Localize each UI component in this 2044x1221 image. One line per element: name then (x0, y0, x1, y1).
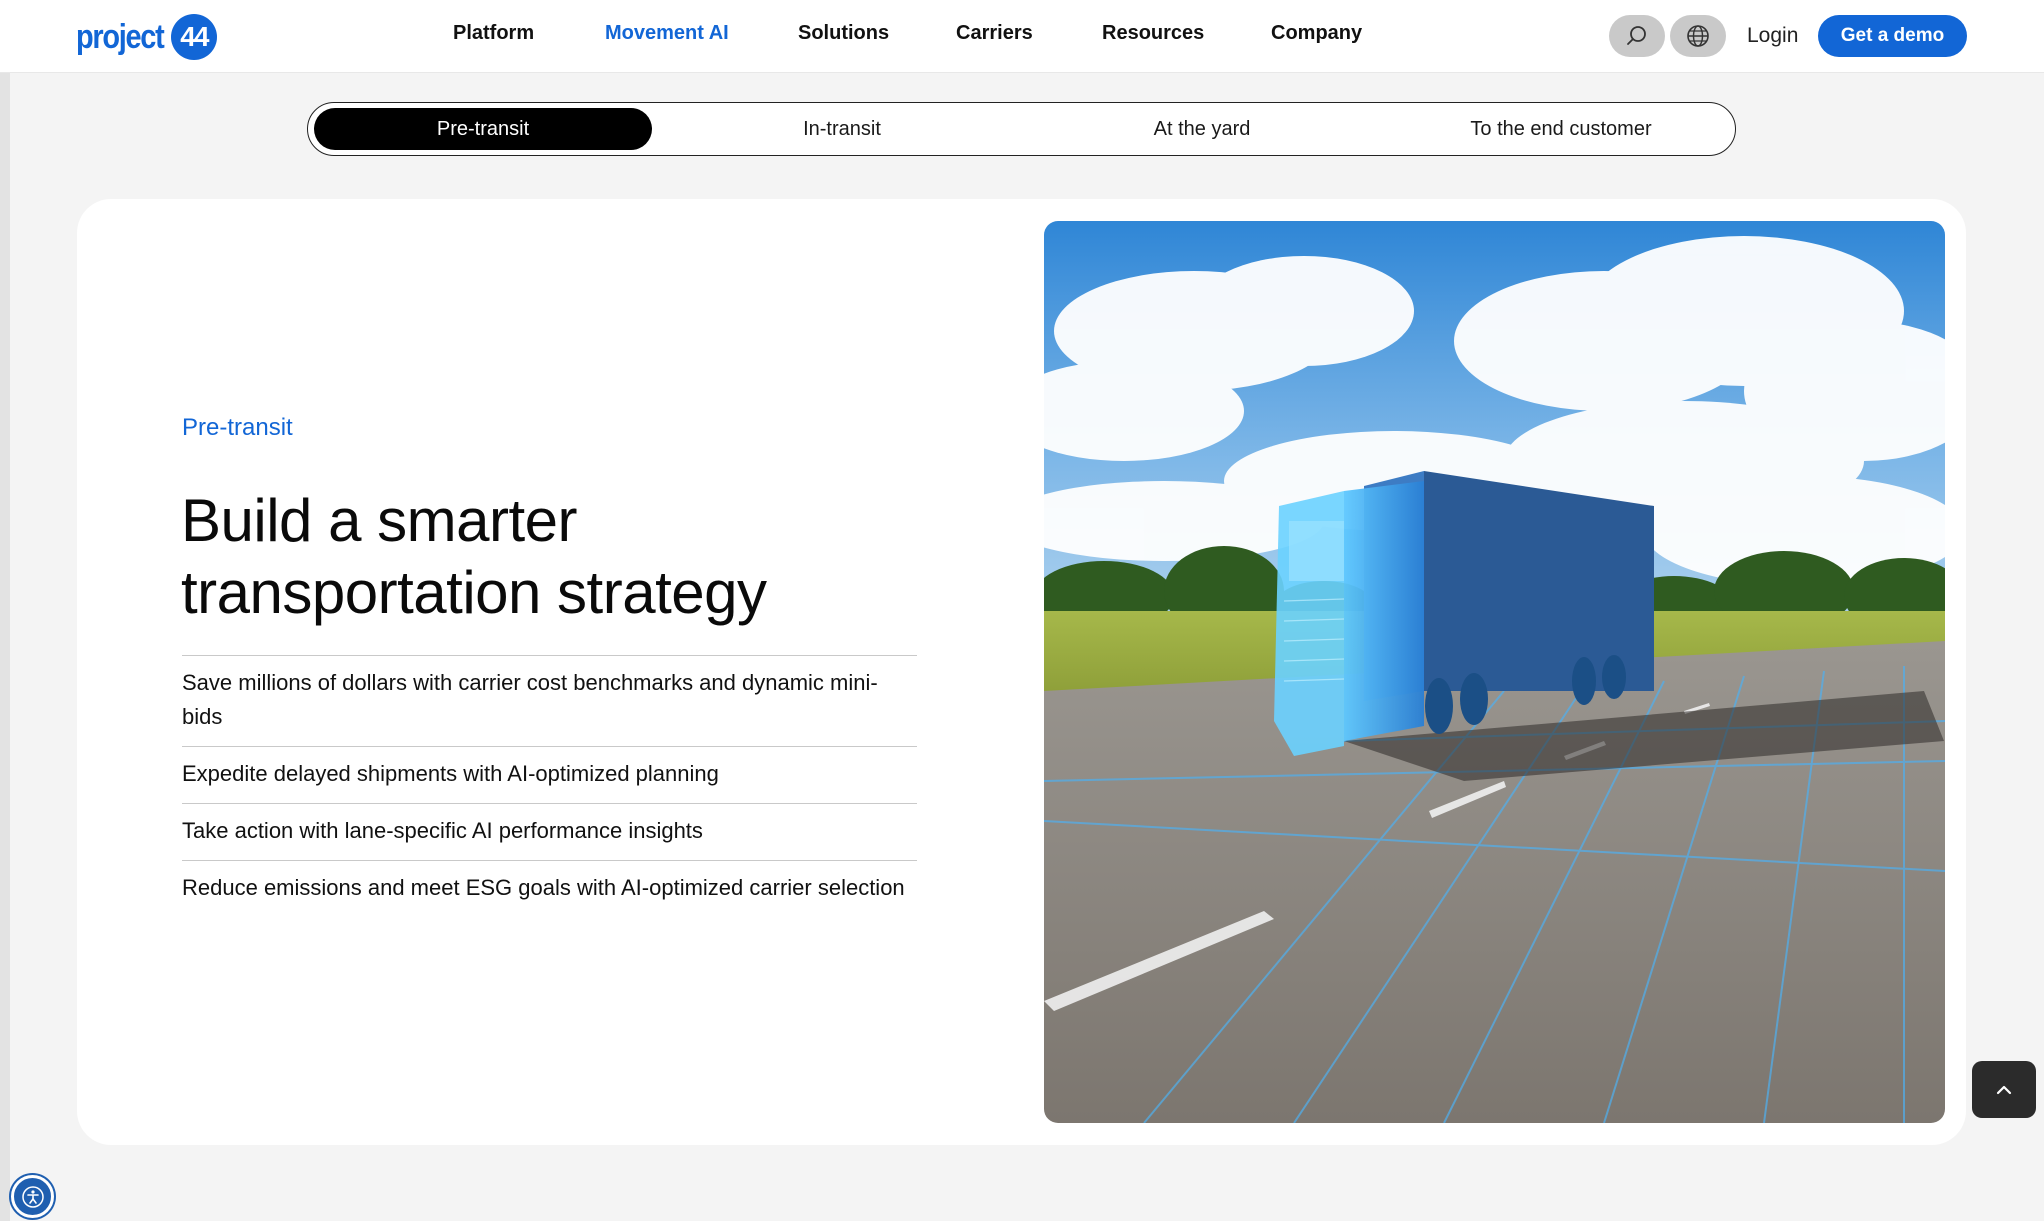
globe-icon (1687, 25, 1709, 47)
tab-at-the-yard[interactable]: At the yard (1033, 108, 1371, 150)
nav-item-solutions[interactable]: Solutions (798, 22, 889, 45)
language-button[interactable] (1670, 15, 1726, 57)
section-headline: Build a smarter transportation strategy (181, 487, 767, 626)
nav-item-platform[interactable]: Platform (453, 22, 534, 45)
scroll-to-top-button[interactable] (1972, 1061, 2036, 1118)
login-link[interactable]: Login (1747, 24, 1798, 48)
benefit-list: Save millions of dollars with carrier co… (182, 655, 917, 917)
nav-item-company[interactable]: Company (1271, 22, 1362, 45)
nav-item-carriers[interactable]: Carriers (956, 22, 1033, 45)
get-demo-button[interactable]: Get a demo (1818, 15, 1967, 57)
accessibility-icon (21, 1185, 44, 1208)
tab-pre-transit[interactable]: Pre-transit (314, 108, 652, 150)
list-item: Save millions of dollars with carrier co… (182, 655, 917, 746)
list-item: Expedite delayed shipments with AI-optim… (182, 746, 917, 803)
accessibility-button[interactable] (11, 1175, 54, 1218)
list-item: Reduce emissions and meet ESG goals with… (182, 860, 917, 917)
list-item: Take action with lane-specific AI perfor… (182, 803, 917, 860)
nav-item-movement-ai[interactable]: Movement AI (605, 22, 729, 45)
journey-tabs: Pre-transit In-transit At the yard To th… (307, 102, 1736, 156)
site-header: project 44 Platform Movement AI Solution… (0, 0, 2044, 73)
section-eyebrow: Pre-transit (182, 414, 293, 441)
search-button[interactable] (1609, 15, 1665, 57)
tab-to-the-end-customer[interactable]: To the end customer (1392, 108, 1730, 150)
truck-hero-image (1044, 221, 1945, 1123)
main-nav: Platform Movement AI Solutions Carriers … (0, 0, 2044, 73)
search-icon (1627, 26, 1646, 45)
chevron-up-icon (1996, 1085, 2012, 1094)
tab-in-transit[interactable]: In-transit (673, 108, 1011, 150)
nav-item-resources[interactable]: Resources (1102, 22, 1204, 45)
page-side-strip (0, 73, 10, 1221)
